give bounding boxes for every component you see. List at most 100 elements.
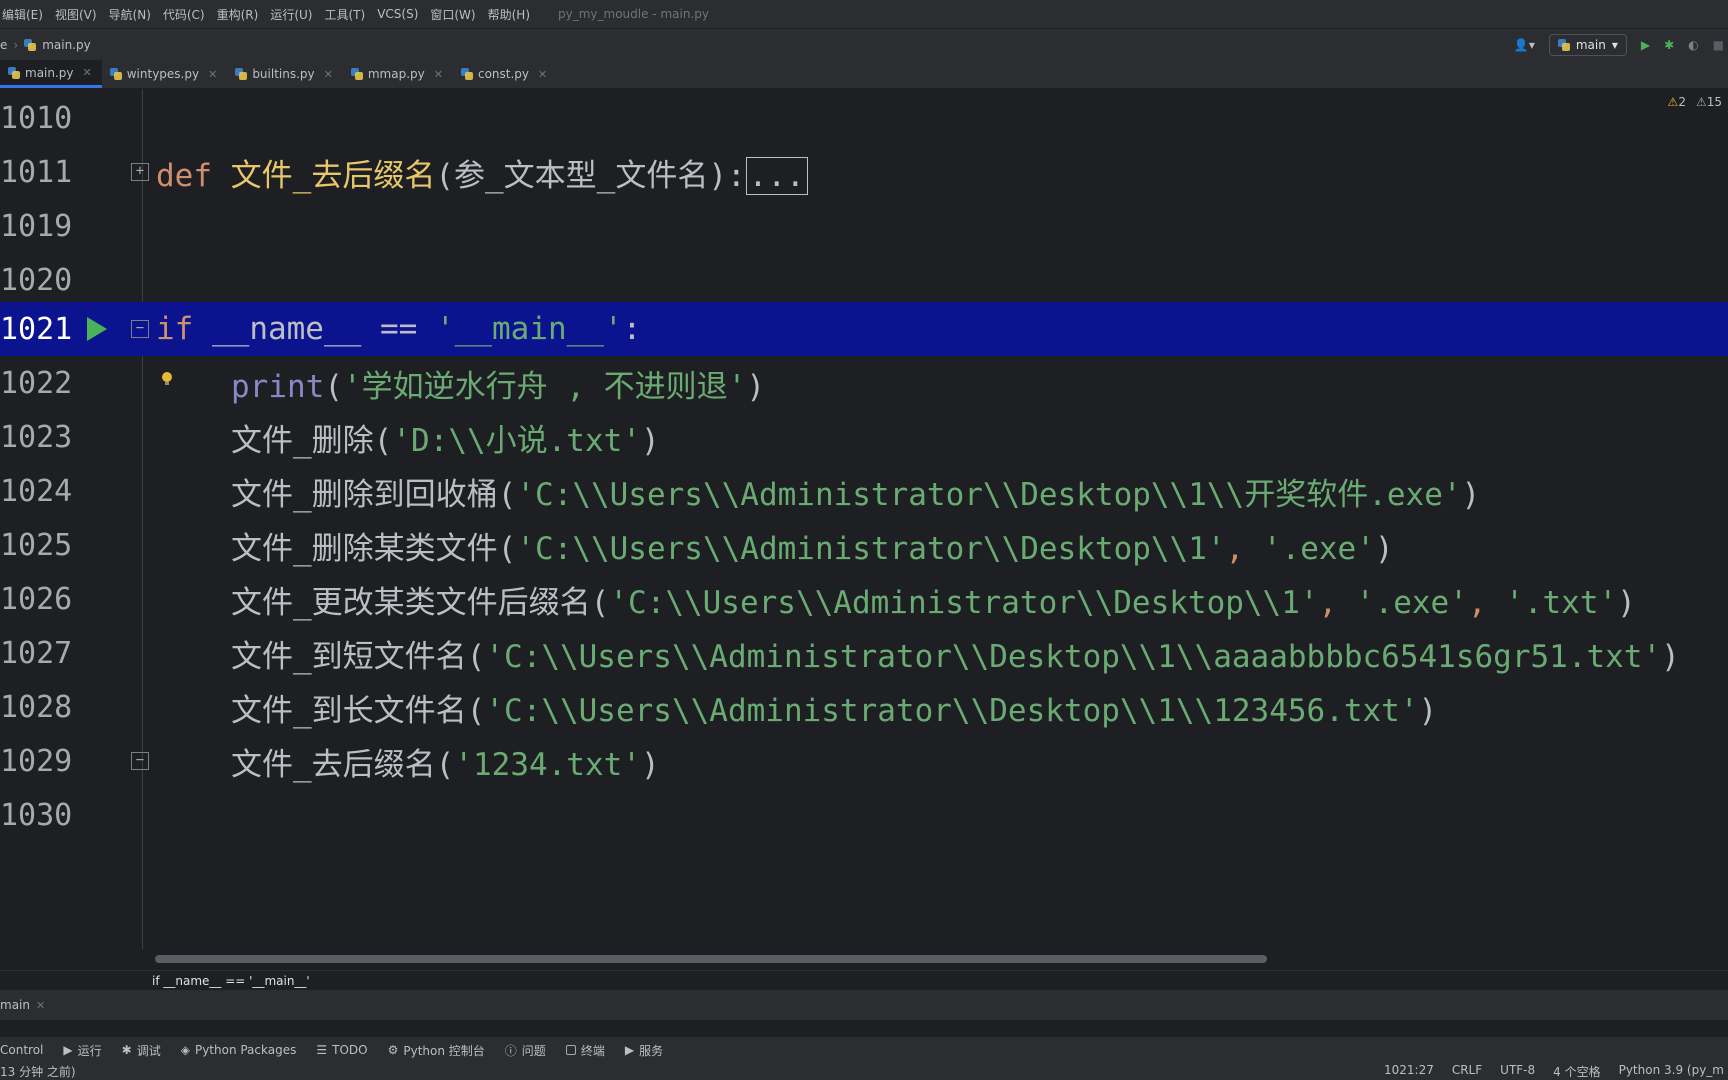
tab-wintypes-py[interactable]: wintypes.py ✕ <box>102 60 228 88</box>
line-number: 1028 <box>0 689 73 725</box>
tab-label: const.py <box>477 67 530 81</box>
close-icon[interactable]: ✕ <box>208 68 217 81</box>
fold-expand-icon[interactable]: + <box>131 163 149 181</box>
close-icon[interactable]: ✕ <box>434 68 443 81</box>
tool-window-run[interactable]: ▶ 运行 <box>53 1042 111 1059</box>
tab-main-py[interactable]: main.py ✕ <box>0 60 102 88</box>
python-file-icon <box>8 66 20 79</box>
python-interpreter[interactable]: Python 3.9 (py_m <box>1619 1063 1724 1080</box>
menu-refactor[interactable]: 重构(R) <box>213 6 267 23</box>
close-icon[interactable]: ✕ <box>324 68 333 81</box>
tool-window-terminal[interactable]: 终端 <box>556 1042 615 1059</box>
code-text: 文件_去后缀名('1234.txt') <box>231 746 660 783</box>
menu-window[interactable]: 窗口(W) <box>426 6 483 23</box>
menu-run[interactable]: 运行(U) <box>266 6 320 23</box>
line-number: 1010 <box>0 100 73 136</box>
tab-label: mmap.py <box>367 67 425 81</box>
bug-icon: ✱ <box>121 1043 132 1057</box>
code-text: 文件_删除某类文件('C:\\Users\\Administrator\\Des… <box>231 530 1394 567</box>
tab-const-py[interactable]: const.py ✕ <box>453 60 557 88</box>
close-icon[interactable]: ✕ <box>538 68 547 81</box>
chevron-down-icon: ▾ <box>1611 38 1618 52</box>
python-file-icon <box>109 68 122 80</box>
line-number: 1024 <box>0 473 73 509</box>
code-text: 文件_删除到回收桶('C:\\Users\\Administrator\\Des… <box>231 476 1481 513</box>
code-line: 1020 <box>0 253 1728 307</box>
menu-code[interactable]: 代码(C) <box>159 6 213 23</box>
code-line: 1010 <box>0 91 1728 145</box>
run-icon[interactable]: ▶ <box>1641 38 1650 52</box>
python-file-icon <box>235 68 248 80</box>
file-encoding[interactable]: UTF-8 <box>1500 1063 1535 1080</box>
python-icon: ⚙ <box>387 1043 399 1057</box>
caret-position[interactable]: 1021:27 <box>1384 1063 1434 1080</box>
menu-bar: 编辑(E) 视图(V) 导航(N) 代码(C) 重构(R) 运行(U) 工具(T… <box>0 0 1728 28</box>
coverage-icon[interactable]: ◐ <box>1688 38 1698 52</box>
services-icon: ▶ <box>624 1043 635 1057</box>
code-text: if __name__ == '__main__': <box>156 311 642 347</box>
close-icon[interactable]: ✕ <box>83 66 92 79</box>
indent-setting[interactable]: 4 个空格 <box>1553 1063 1600 1080</box>
python-file-icon <box>24 39 37 51</box>
close-icon[interactable]: ✕ <box>36 999 45 1012</box>
stop-icon[interactable]: ■ <box>1713 38 1724 52</box>
code-line-current: 1021 − if __name__ == '__main__': <box>0 302 1728 356</box>
tool-window-bar: Control ▶ 运行 ✱ 调试 ◈ Python Packages ☰ TODO ⚙… <box>0 1036 1728 1063</box>
line-number: 1011 <box>0 154 73 190</box>
menu-view[interactable]: 视图(V) <box>51 6 105 23</box>
run-icon: ▶ <box>63 1043 73 1057</box>
menu-navigate[interactable]: 导航(N) <box>105 6 159 23</box>
run-gutter-icon[interactable] <box>87 317 107 341</box>
editor-tabs: main.py ✕ wintypes.py ✕ builtins.py ✕ mm… <box>0 60 1728 89</box>
tool-window-python-packages[interactable]: ◈ Python Packages <box>171 1043 307 1057</box>
code-line: 1024 文件_删除到回收桶('C:\\Users\\Administrator… <box>0 464 1728 518</box>
user-icon[interactable]: 👤▾ <box>1514 38 1535 52</box>
tool-window-problems[interactable]: ⓘ 问题 <box>495 1042 556 1059</box>
debug-icon[interactable]: ✱ <box>1664 38 1674 52</box>
folded-region[interactable]: ... <box>745 156 808 195</box>
line-number: 1020 <box>0 262 73 298</box>
status-message[interactable]: 13 分钟 之前) <box>0 1063 76 1080</box>
menu-vcs[interactable]: VCS(S) <box>373 7 426 21</box>
scope-breadcrumb[interactable]: if __name__ == '__main__' <box>0 974 310 988</box>
code-line: 1027 文件_到短文件名('C:\\Users\\Administrator\… <box>0 626 1728 680</box>
code-line: 1011 + def 文件_去后缀名(参_文本型_文件名):... <box>0 145 1728 199</box>
code-editor[interactable]: ⚠2 ⚠15 1010 1011 + def 文件_去后缀名(参_文本型_文件名… <box>0 89 1728 970</box>
code-text: 文件_更改某类文件后缀名('C:\\Users\\Administrator\\… <box>231 584 1636 621</box>
info-icon: ⓘ <box>504 1043 517 1058</box>
code-line: 1023 文件_删除('D:\\小说.txt') <box>0 410 1728 464</box>
run-configuration-select[interactable]: main ▾ <box>1548 34 1627 56</box>
fold-end-icon[interactable]: − <box>131 752 149 770</box>
code-line: 1029 − 文件_去后缀名('1234.txt') <box>0 734 1728 788</box>
breadcrumb-file[interactable]: main.py <box>42 38 91 52</box>
toolbar-actions: 👤▾ main ▾ ▶ ✱ ◐ ■ <box>1514 29 1728 61</box>
code-line: 1026 文件_更改某类文件后缀名('C:\\Users\\Administra… <box>0 572 1728 626</box>
tool-window-version-control[interactable]: Control <box>0 1043 53 1057</box>
menu-tools[interactable]: 工具(T) <box>320 6 373 23</box>
tab-builtins-py[interactable]: builtins.py ✕ <box>227 60 343 88</box>
list-icon: ☰ <box>316 1043 328 1057</box>
run-tab-main[interactable]: main <box>0 998 36 1012</box>
line-number: 1022 <box>0 365 73 401</box>
code-line: 1025 文件_删除某类文件('C:\\Users\\Administrator… <box>0 518 1728 572</box>
code-breadcrumb: if __name__ == '__main__' <box>0 970 1728 991</box>
tool-window-debug[interactable]: ✱ 调试 <box>112 1042 171 1059</box>
tab-mmap-py[interactable]: mmap.py ✕ <box>343 60 453 88</box>
code-text: 文件_删除('D:\\小说.txt') <box>231 422 660 459</box>
line-number: 1027 <box>0 635 73 671</box>
run-panel-header: main ✕ <box>0 990 1728 1020</box>
breadcrumb-separator: › <box>13 38 19 52</box>
breadcrumb-project[interactable]: e <box>0 38 7 52</box>
packages-icon: ◈ <box>180 1043 190 1057</box>
line-number: 1026 <box>0 581 73 617</box>
tool-window-todo[interactable]: ☰ TODO <box>306 1043 377 1057</box>
horizontal-scrollbar[interactable] <box>155 955 1267 963</box>
line-number: 1021 <box>0 311 73 347</box>
tool-window-python-console[interactable]: ⚙ Python 控制台 <box>378 1042 495 1059</box>
line-separator[interactable]: CRLF <box>1452 1063 1482 1080</box>
menu-help[interactable]: 帮助(H) <box>484 6 538 23</box>
tool-window-services[interactable]: ▶ 服务 <box>615 1042 673 1059</box>
fold-collapse-icon[interactable]: − <box>131 320 149 338</box>
code-line: 1019 <box>0 199 1728 253</box>
menu-edit[interactable]: 编辑(E) <box>0 6 51 23</box>
